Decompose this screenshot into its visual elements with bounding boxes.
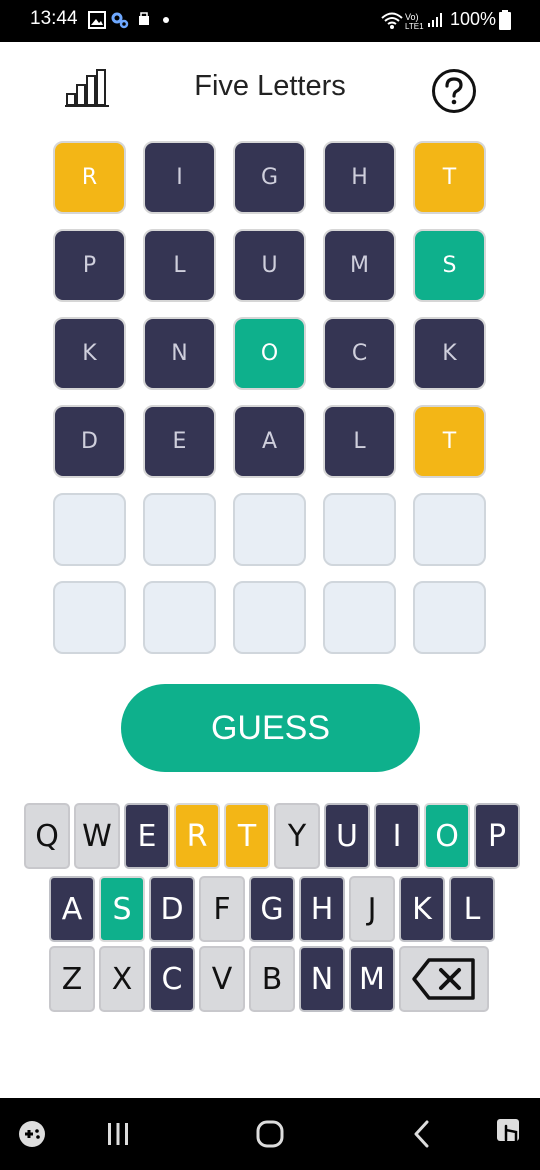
key-m[interactable]: M: [349, 946, 395, 1012]
letter-tile: K: [413, 317, 486, 390]
key-w[interactable]: W: [74, 803, 120, 869]
letter-tile: M: [323, 229, 396, 302]
app-header: Five Letters: [0, 42, 540, 137]
key-u[interactable]: U: [324, 803, 370, 869]
key-o[interactable]: O: [424, 803, 470, 869]
recents-icon[interactable]: [104, 1120, 132, 1148]
key-a[interactable]: A: [49, 876, 95, 942]
battery-percent: 100%: [449, 9, 496, 29]
back-icon[interactable]: [408, 1118, 436, 1150]
svg-text:Vo): Vo): [405, 12, 419, 22]
key-f[interactable]: F: [199, 876, 245, 942]
board-row: P L U M S: [53, 229, 489, 302]
letter-tile: N: [143, 317, 216, 390]
backspace-button[interactable]: [399, 946, 489, 1012]
keyboard-row-2: A S D F G H J K L: [49, 876, 495, 942]
key-t[interactable]: T: [224, 803, 270, 869]
key-p[interactable]: P: [474, 803, 520, 869]
key-i[interactable]: I: [374, 803, 420, 869]
key-n[interactable]: N: [299, 946, 345, 1012]
empty-tile: [413, 493, 486, 566]
key-v[interactable]: V: [199, 946, 245, 1012]
board-row: K N O C K: [53, 317, 489, 390]
letter-tile: P: [53, 229, 126, 302]
settings-icon: [111, 12, 129, 29]
letter-tile: G: [233, 141, 306, 214]
letter-tile: L: [323, 405, 396, 478]
keyboard-row-3: Z X C V B N M: [49, 946, 489, 1012]
empty-tile: [323, 581, 396, 654]
status-bar: 13:44 Vo) LTE1 100%: [0, 0, 540, 42]
letter-tile: O: [233, 317, 306, 390]
letter-tile: K: [53, 317, 126, 390]
key-y[interactable]: Y: [274, 803, 320, 869]
game-launcher-icon[interactable]: [16, 1118, 48, 1150]
empty-tile: [413, 581, 486, 654]
key-h[interactable]: H: [299, 876, 345, 942]
help-icon[interactable]: [431, 68, 477, 114]
keyboard-switch-icon[interactable]: [494, 1116, 526, 1150]
navigation-bar: [0, 1098, 540, 1170]
board-row: [53, 493, 489, 566]
empty-tile: [323, 493, 396, 566]
empty-tile: [233, 493, 306, 566]
gallery-icon: [88, 11, 106, 29]
key-g[interactable]: G: [249, 876, 295, 942]
wifi-icon: [381, 12, 403, 29]
letter-tile: U: [233, 229, 306, 302]
letter-tile: A: [233, 405, 306, 478]
status-time: 13:44: [30, 8, 78, 29]
key-d[interactable]: D: [149, 876, 195, 942]
battery-icon: [499, 10, 511, 30]
key-x[interactable]: X: [99, 946, 145, 1012]
guess-button[interactable]: GUESS: [121, 684, 420, 772]
letter-tile: D: [53, 405, 126, 478]
letter-tile: R: [53, 141, 126, 214]
letter-tile: T: [413, 141, 486, 214]
empty-tile: [143, 493, 216, 566]
key-k[interactable]: K: [399, 876, 445, 942]
letter-tile: E: [143, 405, 216, 478]
keyboard-row-1: Q W E R T Y U I O P: [24, 803, 520, 869]
empty-tile: [143, 581, 216, 654]
board-row: R I G H T: [53, 141, 489, 214]
key-q[interactable]: Q: [24, 803, 70, 869]
empty-tile: [233, 581, 306, 654]
letter-tile: T: [413, 405, 486, 478]
empty-tile: [53, 493, 126, 566]
notification-icon: [139, 12, 149, 25]
dot-icon: [163, 17, 169, 23]
board-row: D E A L T: [53, 405, 489, 478]
key-e[interactable]: E: [124, 803, 170, 869]
letter-tile: C: [323, 317, 396, 390]
svg-text:LTE1: LTE1: [405, 22, 424, 31]
empty-tile: [53, 581, 126, 654]
volte-icon: Vo) LTE1: [405, 12, 424, 31]
key-j[interactable]: J: [349, 876, 395, 942]
key-s[interactable]: S: [99, 876, 145, 942]
backspace-icon: [412, 958, 475, 1000]
key-c[interactable]: C: [149, 946, 195, 1012]
letter-tile: S: [413, 229, 486, 302]
letter-tile: H: [323, 141, 396, 214]
letter-board: R I G H T P L U M S K N O C K D E A L T: [53, 141, 489, 669]
home-icon[interactable]: [254, 1118, 286, 1150]
letter-tile: I: [143, 141, 216, 214]
signal-icon: [428, 13, 442, 27]
key-r[interactable]: R: [174, 803, 220, 869]
key-b[interactable]: B: [249, 946, 295, 1012]
board-row: [53, 581, 489, 654]
key-z[interactable]: Z: [49, 946, 95, 1012]
key-l[interactable]: L: [449, 876, 495, 942]
letter-tile: L: [143, 229, 216, 302]
